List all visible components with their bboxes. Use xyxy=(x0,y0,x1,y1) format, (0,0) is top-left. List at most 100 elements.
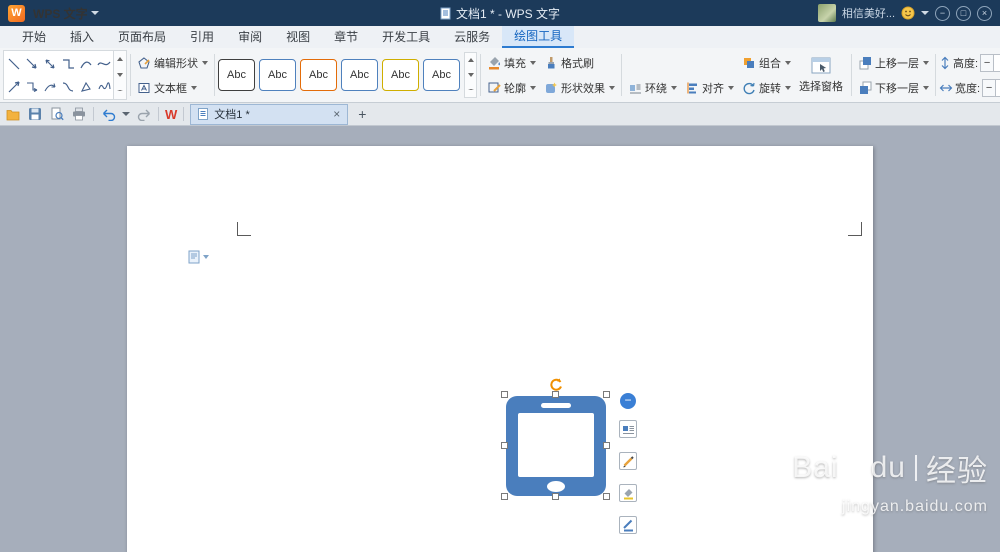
tab-drawing-tools[interactable]: 绘图工具 xyxy=(502,26,575,48)
save-button[interactable] xyxy=(27,106,43,122)
document-page[interactable] xyxy=(127,146,873,552)
smartphone-shape[interactable] xyxy=(501,391,610,500)
title-bar: W WPS 文字 文档1 * - WPS 文字 相信美好... − □ × xyxy=(0,0,1000,26)
wps-home-button[interactable]: W xyxy=(165,107,177,122)
width-value[interactable]: 2.54厘米 xyxy=(996,78,1000,97)
shape-style-item-4[interactable]: Abc xyxy=(341,59,378,91)
new-document-tab-button[interactable]: + xyxy=(354,107,370,121)
shape-tool-double-arrow[interactable] xyxy=(41,53,58,75)
height-value[interactable]: 2.54厘米 xyxy=(994,53,1000,72)
document-tab-active[interactable]: 文档1 * × xyxy=(190,103,349,125)
open-button[interactable] xyxy=(5,106,21,122)
shape-tool-elbow-connector[interactable] xyxy=(59,53,76,75)
account-chevron-icon[interactable] xyxy=(921,11,929,15)
quick-wrap-options-button[interactable] xyxy=(619,420,637,438)
style-scroll-up-button[interactable] xyxy=(465,53,476,68)
minimize-button[interactable]: − xyxy=(935,5,950,21)
shape-style-item-1[interactable]: Abc xyxy=(218,59,255,91)
align-button[interactable]: 对齐 xyxy=(682,79,737,97)
shape-tool-line[interactable] xyxy=(5,53,22,75)
tab-review[interactable]: 审阅 xyxy=(226,26,274,48)
wrap-text-icon xyxy=(630,84,641,93)
height-decrease-button[interactable]: − xyxy=(980,53,995,72)
style-more-button[interactable] xyxy=(465,82,476,97)
wps-writer-window: W WPS 文字 文档1 * - WPS 文字 相信美好... − □ × 开始… xyxy=(0,0,1000,552)
resize-handle-nw[interactable] xyxy=(501,391,508,398)
tab-developer[interactable]: 开发工具 xyxy=(370,26,442,48)
resize-handle-ne[interactable] xyxy=(603,391,610,398)
shape-tool-curved-connector[interactable] xyxy=(77,53,94,75)
smiley-icon[interactable] xyxy=(901,6,915,20)
tab-page-layout[interactable]: 页面布局 xyxy=(106,26,178,48)
shape-tool-curved-arrow[interactable] xyxy=(41,76,58,98)
resize-handle-sw[interactable] xyxy=(501,493,508,500)
shapes-scroll-up-button[interactable] xyxy=(114,51,126,67)
print-button[interactable] xyxy=(71,106,87,122)
tab-cloud-service[interactable]: 云服务 xyxy=(442,26,502,48)
selection-pane-button[interactable]: 选择窗格 xyxy=(794,50,848,100)
shape-effects-button[interactable]: 形状效果 xyxy=(541,79,618,97)
undo-chevron-icon[interactable] xyxy=(122,112,130,116)
width-decrease-button[interactable]: − xyxy=(982,78,997,97)
rotate-button[interactable]: 旋转 xyxy=(739,79,794,97)
paint-bucket-icon xyxy=(489,57,500,70)
tab-close-button[interactable]: × xyxy=(333,108,340,120)
tab-view[interactable]: 视图 xyxy=(274,26,322,48)
quick-fill-button[interactable] xyxy=(619,484,637,502)
print-preview-button[interactable] xyxy=(49,106,65,122)
tab-references[interactable]: 引用 xyxy=(178,26,226,48)
quick-style-button[interactable] xyxy=(619,516,637,534)
text-box-button[interactable]: 文本框 xyxy=(134,79,211,97)
shape-style-item-5[interactable]: Abc xyxy=(382,59,419,91)
collapse-quick-toolbar-button[interactable]: − xyxy=(620,393,636,409)
quick-outline-button[interactable] xyxy=(619,452,637,470)
tab-home[interactable]: 开始 xyxy=(10,26,58,48)
wrap-options-icon xyxy=(622,425,634,434)
undo-button[interactable] xyxy=(100,106,116,122)
user-avatar[interactable] xyxy=(817,4,836,22)
resize-handle-se[interactable] xyxy=(603,493,610,500)
bring-forward-button[interactable]: 上移一层 xyxy=(855,54,932,72)
close-button[interactable]: × xyxy=(977,5,992,21)
resize-handle-e[interactable] xyxy=(603,442,610,449)
resize-handle-n[interactable] xyxy=(552,391,559,398)
baidu-jingyan-watermark: Bai du 经验 jingyan.baidu.com xyxy=(792,446,988,516)
edit-shape-button[interactable]: 编辑形状 xyxy=(134,54,211,72)
redo-button[interactable] xyxy=(136,106,152,122)
wrap-text-button[interactable]: 环绕 xyxy=(625,79,680,97)
user-name[interactable]: 相信美好... xyxy=(842,5,895,21)
shape-tool-freeform[interactable] xyxy=(77,76,94,98)
shape-tool-curve[interactable] xyxy=(95,53,112,75)
titlebar-right-cluster: 相信美好... − □ × xyxy=(811,4,992,22)
quick-access-bar: W 文档1 * × + xyxy=(0,103,1000,126)
shapes-scroll-down-button[interactable] xyxy=(114,67,126,83)
gallery-more-icon xyxy=(117,90,123,92)
send-backward-button[interactable]: 下移一层 xyxy=(855,79,932,97)
minimize-icon: − xyxy=(939,7,946,18)
shape-tool-arrow-down-right[interactable] xyxy=(5,76,22,98)
shape-style-item-6[interactable]: Abc xyxy=(423,59,460,91)
shape-style-item-2[interactable]: Abc xyxy=(259,59,296,91)
shape-tool-s-curve[interactable] xyxy=(59,76,76,98)
fill-button[interactable]: 填充 xyxy=(484,54,539,72)
format-painter-button[interactable]: 格式刷 xyxy=(541,54,597,72)
height-stepper: − 2.54厘米 + xyxy=(980,53,1000,72)
watermark-brand: Bai du 经验 xyxy=(792,446,988,490)
margin-crop-mark-right xyxy=(848,222,862,236)
tab-insert[interactable]: 插入 xyxy=(58,26,106,48)
shape-tool-arrow[interactable] xyxy=(23,53,40,75)
tab-section[interactable]: 章节 xyxy=(322,26,370,48)
outline-button[interactable]: 轮廓 xyxy=(484,79,539,97)
send-backward-label: 下移一层 xyxy=(875,82,919,95)
resize-handle-w[interactable] xyxy=(501,442,508,449)
shape-tool-scribble[interactable] xyxy=(95,76,112,98)
style-scroll-down-button[interactable] xyxy=(465,68,476,83)
resize-handle-s[interactable] xyxy=(552,493,559,500)
ribbon-drawing-tools: 编辑形状 文本框 Abc Abc Abc Abc Abc Abc 填充 格式刷 … xyxy=(0,48,1000,103)
shapes-more-button[interactable] xyxy=(114,83,126,99)
shape-tool-elbow-arrow[interactable] xyxy=(23,76,40,98)
page-options-button[interactable] xyxy=(188,250,209,264)
group-button[interactable]: 组合 xyxy=(739,54,794,72)
shape-style-item-3[interactable]: Abc xyxy=(300,59,337,91)
maximize-button[interactable]: □ xyxy=(956,5,971,21)
